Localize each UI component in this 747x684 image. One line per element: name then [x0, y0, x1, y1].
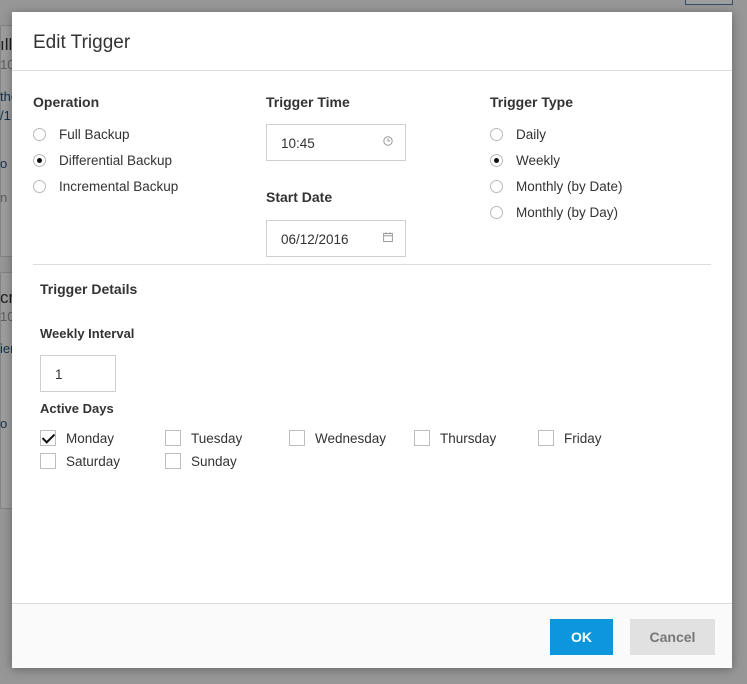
ok-button[interactable]: OK [550, 619, 613, 655]
active-days-label: Active Days [40, 401, 114, 416]
radio-label: Full Backup [59, 127, 130, 142]
radio-button[interactable] [33, 128, 46, 141]
checkbox[interactable] [538, 430, 554, 446]
dialog-footer: OK Cancel [12, 603, 732, 668]
checkbox[interactable] [165, 430, 181, 446]
trigger-type-option-monthly-by-day[interactable]: Monthly (by Day) [490, 205, 618, 220]
radio-button[interactable] [490, 128, 503, 141]
checkbox-label: Saturday [66, 453, 121, 469]
checkbox-label: Thursday [440, 430, 497, 446]
checkbox-label: Tuesday [191, 430, 243, 446]
start-date-value: 06/12/2016 [281, 232, 349, 247]
start-date-label: Start Date [266, 189, 333, 205]
radio-label: Monthly (by Date) [516, 179, 623, 194]
trigger-time-input[interactable]: 10:45 [266, 124, 406, 161]
weekly-interval-label: Weekly Interval [40, 326, 135, 341]
operation-label: Operation [33, 94, 100, 110]
edit-trigger-dialog: Edit Trigger Operation Full Backup Diffe… [12, 12, 732, 668]
clock-icon[interactable] [383, 136, 393, 146]
day-checkbox-thursday[interactable]: Thursday [414, 430, 496, 446]
checkbox[interactable] [165, 453, 181, 469]
day-checkbox-saturday[interactable]: Saturday [40, 453, 120, 469]
radio-label: Daily [516, 127, 547, 142]
trigger-time-label: Trigger Time [266, 94, 350, 110]
trigger-type-option-monthly-by-date[interactable]: Monthly (by Date) [490, 179, 623, 194]
operation-option-differential-backup[interactable]: Differential Backup [33, 153, 172, 168]
radio-button[interactable] [33, 154, 46, 167]
radio-label: Incremental Backup [59, 179, 179, 194]
trigger-type-option-daily[interactable]: Daily [490, 127, 546, 142]
radio-button[interactable] [33, 180, 46, 193]
start-date-input[interactable]: 06/12/2016 [266, 220, 406, 257]
trigger-type-label: Trigger Type [490, 94, 573, 110]
checkbox[interactable] [40, 453, 56, 469]
radio-button[interactable] [490, 206, 503, 219]
checkbox-label: Monday [66, 430, 115, 446]
trigger-details-label: Trigger Details [40, 281, 138, 297]
operation-option-incremental-backup[interactable]: Incremental Backup [33, 179, 178, 194]
dialog-title: Edit Trigger [33, 32, 131, 53]
cancel-button[interactable]: Cancel [630, 619, 715, 655]
radio-label: Differential Backup [59, 153, 173, 168]
day-checkbox-monday[interactable]: Monday [40, 430, 114, 446]
trigger-type-option-weekly[interactable]: Weekly [490, 153, 560, 168]
checkbox-label: Sunday [191, 453, 237, 469]
day-checkbox-friday[interactable]: Friday [538, 430, 602, 446]
day-checkbox-wednesday[interactable]: Wednesday [289, 430, 386, 446]
checkbox[interactable] [414, 430, 430, 446]
weekly-interval-input[interactable]: 1 [40, 355, 116, 392]
checkbox-label: Wednesday [315, 430, 387, 446]
checkbox[interactable] [40, 430, 56, 446]
dialog-header: Edit Trigger [12, 12, 732, 71]
calendar-icon[interactable] [383, 232, 393, 242]
radio-label: Monthly (by Day) [516, 205, 619, 220]
checkbox[interactable] [289, 430, 305, 446]
day-checkbox-tuesday[interactable]: Tuesday [165, 430, 242, 446]
checkbox-label: Friday [564, 430, 602, 446]
radio-label: Weekly [516, 153, 561, 168]
trigger-time-value: 10:45 [281, 136, 315, 151]
radio-button[interactable] [490, 154, 503, 167]
operation-option-full-backup[interactable]: Full Backup [33, 127, 130, 142]
section-divider [33, 264, 711, 265]
weekly-interval-value: 1 [55, 367, 63, 382]
radio-button[interactable] [490, 180, 503, 193]
day-checkbox-sunday[interactable]: Sunday [165, 453, 237, 469]
